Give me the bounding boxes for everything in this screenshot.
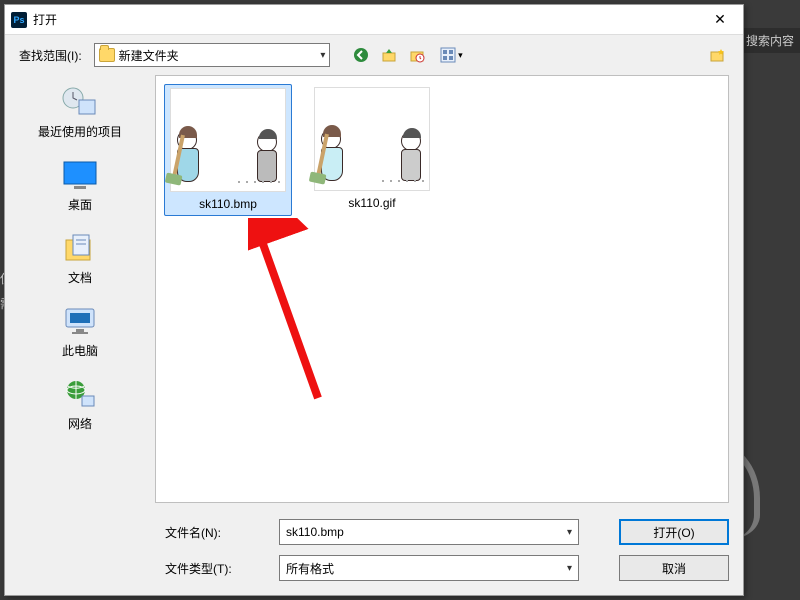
- file-name-label: sk110.gif: [344, 195, 399, 211]
- place-desktop[interactable]: 桌面: [20, 158, 140, 213]
- lookin-combo[interactable]: 新建文件夹 ▾: [94, 43, 331, 67]
- view-menu-button[interactable]: ▾: [434, 44, 468, 66]
- lookin-label: 查找范围(I):: [19, 47, 82, 64]
- recent-items-icon: [61, 86, 99, 118]
- annotation-arrow: [248, 218, 338, 408]
- cancel-button[interactable]: 取消: [619, 555, 729, 581]
- dialog-title: 打开: [33, 11, 697, 28]
- documents-icon: [63, 232, 97, 264]
- cancel-button-label: 取消: [662, 560, 686, 577]
- filename-value: sk110.bmp: [286, 525, 344, 539]
- network-icon: [62, 378, 98, 410]
- desktop-icon: [62, 160, 98, 190]
- bottom-controls: 文件名(N): sk110.bmp ▾ 打开(O) 文件类型(T): 所有格式 …: [5, 509, 743, 595]
- create-new-folder-button[interactable]: [707, 44, 729, 66]
- this-pc-icon: [62, 305, 98, 337]
- file-item-selected[interactable]: sk110.bmp: [164, 84, 292, 216]
- up-one-level-button[interactable]: [378, 44, 400, 66]
- back-icon: [353, 47, 369, 63]
- open-dialog: Ps 打开 ✕ 查找范围(I): 新建文件夹 ▾ ▾: [4, 4, 744, 596]
- place-label: 最近使用的项目: [38, 123, 122, 140]
- chevron-down-icon: ▾: [458, 50, 463, 61]
- recent-locations-button[interactable]: [406, 44, 428, 66]
- place-label: 桌面: [68, 196, 92, 213]
- filetype-value: 所有格式: [286, 560, 334, 577]
- back-button[interactable]: [350, 44, 372, 66]
- recent-folder-icon: [409, 47, 425, 63]
- photoshop-icon: Ps: [11, 12, 27, 28]
- close-icon: ✕: [714, 11, 726, 28]
- up-icon: [381, 47, 397, 63]
- filename-combo[interactable]: sk110.bmp ▾: [279, 519, 579, 545]
- place-network[interactable]: 网络: [20, 377, 140, 432]
- bg-search-hint: 搜索内容: [740, 28, 800, 53]
- file-thumbnail: [314, 87, 430, 191]
- filetype-label: 文件类型(T):: [165, 560, 265, 577]
- file-list-area[interactable]: sk110.bmp sk110.gif: [155, 75, 729, 503]
- new-folder-icon: [709, 47, 727, 63]
- place-label: 网络: [68, 415, 92, 432]
- folder-icon: [99, 48, 115, 62]
- close-button[interactable]: ✕: [697, 5, 743, 35]
- filename-label: 文件名(N):: [165, 524, 265, 541]
- open-button[interactable]: 打开(O): [619, 519, 729, 545]
- place-documents[interactable]: 文档: [20, 231, 140, 286]
- filetype-combo[interactable]: 所有格式 ▾: [279, 555, 579, 581]
- open-button-label: 打开(O): [653, 524, 694, 541]
- chevron-down-icon: ▾: [320, 50, 325, 61]
- titlebar: Ps 打开 ✕: [5, 5, 743, 35]
- view-menu-icon: [440, 47, 456, 63]
- places-bar: 最近使用的项目 桌面 文档 此电脑: [5, 75, 155, 509]
- chevron-down-icon: ▾: [567, 527, 572, 538]
- lookin-current-folder: 新建文件夹: [119, 47, 179, 64]
- place-recent-items[interactable]: 最近使用的项目: [20, 85, 140, 140]
- file-name-label: sk110.bmp: [195, 196, 261, 212]
- lookin-toolbar: 查找范围(I): 新建文件夹 ▾ ▾: [5, 35, 743, 75]
- place-label: 文档: [68, 269, 92, 286]
- file-item[interactable]: sk110.gif: [308, 84, 436, 216]
- file-thumbnail: [170, 88, 286, 192]
- place-label: 此电脑: [62, 342, 98, 359]
- chevron-down-icon: ▾: [567, 563, 572, 574]
- place-this-pc[interactable]: 此电脑: [20, 304, 140, 359]
